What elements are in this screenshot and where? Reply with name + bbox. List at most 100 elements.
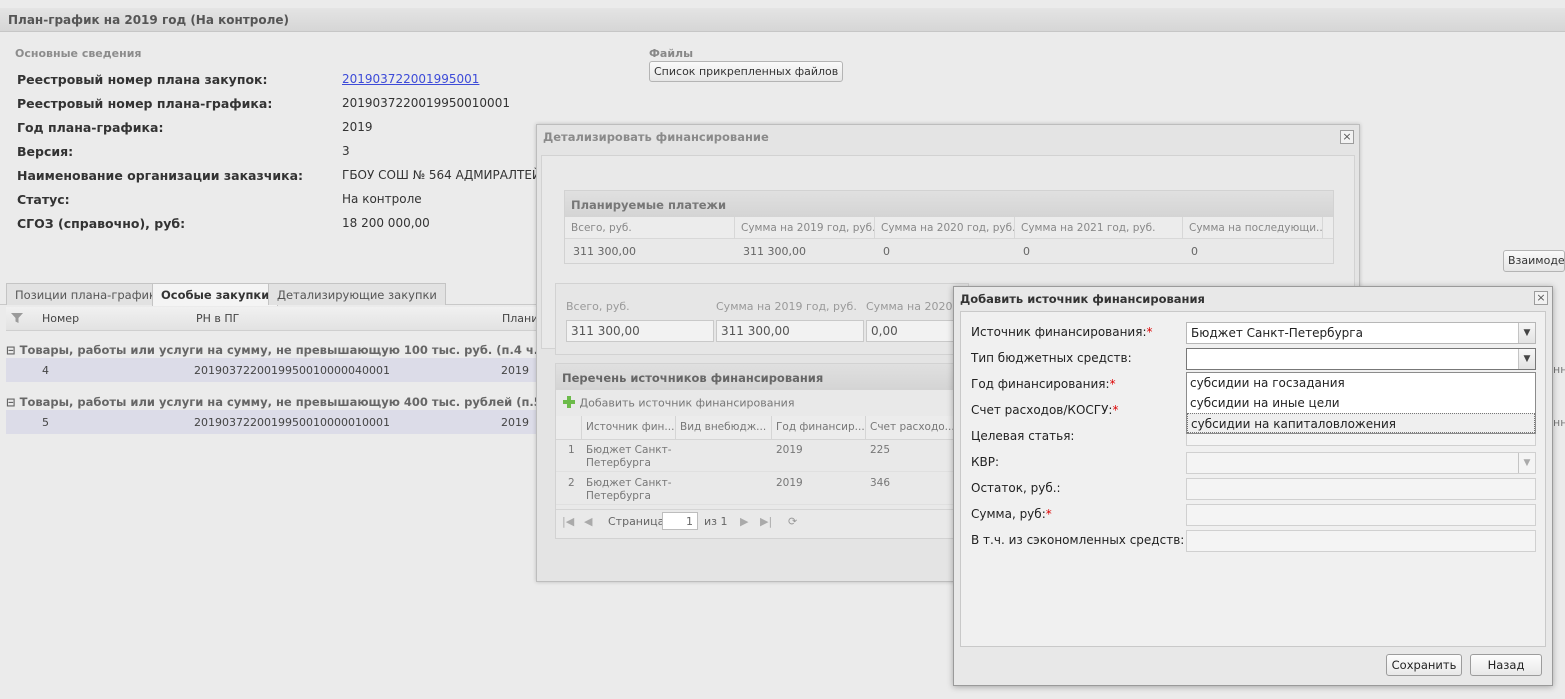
col-2019: Сумма на 2019 год, руб.	[735, 217, 875, 239]
field-label: Счет расходов/КОСГУ:*	[971, 403, 1119, 417]
prev-page-icon[interactable]: ◀	[584, 515, 592, 528]
table-row[interactable]: 1 Бюджет Санкт- Петербурга 2019 225	[556, 440, 956, 472]
refresh-icon[interactable]: ⟳	[788, 515, 797, 528]
budget-type-dropdown: субсидии на госзадания субсидии на иные …	[1186, 372, 1536, 434]
field-value: На контроле	[342, 192, 422, 206]
col-2021: Сумма на 2021 год, руб.	[1015, 217, 1183, 239]
tab-detail-purchases[interactable]: Детализирующие закупки	[268, 283, 446, 305]
page-title: План-график на 2019 год (На контроле)	[0, 8, 1565, 32]
add-source-window: Добавить источник финансирования × Источ…	[953, 286, 1553, 686]
table-row[interactable]: 5 2019037220019950010000010001 2019	[6, 410, 540, 434]
page-count: из 1	[704, 515, 728, 528]
field-label: Источник финансирования:*	[971, 325, 1153, 339]
next-page-icon[interactable]: ▶	[740, 515, 748, 528]
planned-payments-panel: Планируемые платежи Всего, руб. Сумма на…	[564, 190, 1334, 264]
col-fin-year[interactable]: Год финансир...	[772, 416, 866, 440]
dropdown-option[interactable]: субсидии на госзадания	[1187, 373, 1535, 393]
interaction-button[interactable]: Взаимодей	[1503, 250, 1565, 272]
attached-files-button[interactable]: Список прикрепленных файлов	[649, 61, 844, 82]
field-value: ГБОУ СОШ № 564 АДМИРАЛТЕЙСК	[342, 168, 558, 182]
field-label: В т.ч. из сэкономленных средств:	[971, 533, 1185, 547]
first-page-icon[interactable]: |◀	[562, 515, 574, 528]
col-index	[556, 416, 582, 440]
row-fragment: нн	[1553, 363, 1565, 376]
group-header[interactable]: ⊟ Товары, работы или услуги на сумму, не…	[6, 343, 624, 357]
row-rn: 2019037220019950010000010001	[194, 416, 390, 429]
col-account[interactable]: Счет расходо...	[866, 416, 966, 440]
chevron-down-icon[interactable]: ▼	[1518, 453, 1535, 473]
plan-registry-link[interactable]: 201903722001995001	[342, 72, 479, 86]
col-number[interactable]: Номер	[42, 312, 79, 325]
form-body: Источник финансирования:* Бюджет Санкт-П…	[960, 311, 1546, 647]
row-source: Петербурга	[586, 490, 651, 502]
row-year: 2019	[776, 477, 803, 489]
tab-plan-positions[interactable]: Позиции плана-графика	[6, 283, 173, 305]
row-year: 2019	[501, 416, 529, 429]
group-title: Товары, работы или услуги на сумму, не п…	[19, 343, 625, 357]
field-value: 3	[342, 144, 350, 158]
kvr-select[interactable]: ▼	[1186, 452, 1536, 474]
amount-input[interactable]	[1186, 504, 1536, 526]
filter-icon[interactable]	[10, 311, 24, 328]
col-offbudget[interactable]: Вид внебюдж...	[676, 416, 772, 440]
total-label: Всего, руб.	[566, 300, 630, 313]
add-source-button[interactable]: Добавить источник финансирования	[560, 392, 796, 414]
chevron-down-icon[interactable]: ▼	[1518, 349, 1535, 369]
window-title: Добавить источник финансирования	[960, 292, 1205, 306]
sources-header: Источник фин... Вид внебюдж... Год финан…	[556, 416, 968, 440]
row-fragment: нн	[1553, 416, 1565, 429]
total-2020-label: Сумма на 2020	[866, 300, 953, 313]
saved-funds-input[interactable]	[1186, 530, 1536, 552]
tab-bar: Позиции плана-графика Особые закупки Дет…	[0, 283, 540, 306]
col-source[interactable]: Источник фин...	[582, 416, 676, 440]
total-2019-field: 311 300,00	[716, 320, 864, 342]
col-rn[interactable]: РН в ПГ	[196, 312, 239, 325]
row-year: 2019	[776, 444, 803, 456]
row-year: 2019	[501, 364, 529, 377]
dropdown-option-selected[interactable]: субсидии на капиталовложения	[1187, 413, 1535, 433]
budget-type-select[interactable]: ▼	[1186, 348, 1536, 370]
field-label: Целевая статья:	[971, 429, 1075, 443]
field-label: Наименование организации заказчика:	[17, 168, 304, 183]
chevron-down-icon[interactable]: ▼	[1518, 323, 1535, 343]
field-label: Год финансирования:*	[971, 377, 1116, 391]
row-number: 5	[42, 416, 49, 429]
row-index: 2	[568, 477, 575, 489]
table-row[interactable]: 2 Бюджет Санкт- Петербурга 2019 346	[556, 473, 956, 505]
save-button[interactable]: Сохранить	[1386, 654, 1462, 676]
row-account: 225	[870, 444, 891, 456]
plus-icon	[562, 395, 576, 412]
tab-special-purchases[interactable]: Особые закупки	[152, 283, 279, 306]
table-row[interactable]: 4 2019037220019950010000040001 2019	[6, 358, 540, 382]
planned-payments-title: Планируемые платежи	[565, 191, 1333, 217]
row-source: Бюджет Санкт-	[586, 444, 672, 456]
balance-input[interactable]	[1186, 478, 1536, 500]
planned-2020: 0	[883, 245, 890, 258]
planned-total: 311 300,00	[573, 245, 636, 258]
back-button[interactable]: Назад	[1470, 654, 1542, 676]
total-2020-field: 0,00	[866, 320, 966, 342]
pager: |◀ ◀ Страница 1 из 1 ▶ ▶| ⟳	[556, 509, 968, 535]
close-icon[interactable]: ×	[1340, 130, 1354, 144]
funding-source-select[interactable]: Бюджет Санкт-Петербурга ▼	[1186, 322, 1536, 344]
group-header[interactable]: ⊟ Товары, работы или услуги на сумму, не…	[6, 395, 619, 409]
page-input[interactable]: 1	[662, 512, 698, 530]
close-icon[interactable]: ×	[1534, 291, 1548, 305]
section-files: Файлы	[649, 47, 694, 60]
sources-panel: Перечень источников финансирования Добав…	[555, 363, 969, 539]
row-index: 1	[568, 444, 575, 456]
field-value: 2019037220019950010001	[342, 96, 510, 110]
planned-2019: 311 300,00	[743, 245, 806, 258]
dropdown-option[interactable]: субсидии на иные цели	[1187, 393, 1535, 413]
field-label: Остаток, руб.:	[971, 481, 1061, 495]
field-value: 2019	[342, 120, 373, 134]
row-source: Петербурга	[586, 457, 651, 469]
col-2020: Сумма на 2020 год, руб.	[875, 217, 1015, 239]
section-basic-info: Основные сведения	[15, 47, 142, 60]
field-value: 18 200 000,00	[342, 216, 430, 230]
col-total: Всего, руб.	[565, 217, 735, 239]
page-label: Страница	[608, 515, 665, 528]
last-page-icon[interactable]: ▶|	[760, 515, 772, 528]
sources-title: Перечень источников финансирования	[556, 364, 968, 390]
planned-header-row: Всего, руб. Сумма на 2019 год, руб. Сумм…	[565, 217, 1333, 239]
